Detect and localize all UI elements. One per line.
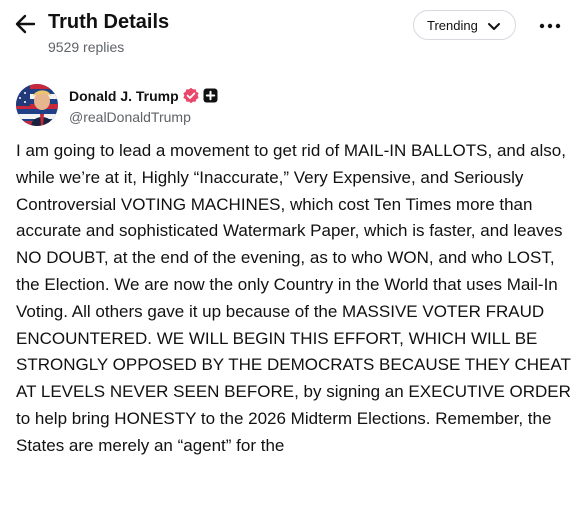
author-name[interactable]: Donald J. Trump [69,88,179,104]
more-horizontal-icon [536,23,564,40]
top-bar: Truth Details 9529 replies Trending [0,0,582,70]
arrow-left-icon [14,12,42,36]
more-options-button[interactable] [536,12,564,36]
verified-check-icon [182,87,200,105]
sort-dropdown[interactable]: Trending [413,10,516,40]
sort-dropdown-label: Trending [427,18,478,33]
page-title: Truth Details [48,11,170,33]
avatar-flag-image [16,84,58,126]
back-button[interactable] [14,12,42,36]
post-body-text: I am going to lead a movement to get rid… [16,141,571,455]
avatar[interactable] [16,84,58,126]
author-handle[interactable]: @realDonaldTrump [69,109,191,125]
reply-count: 9529 replies [48,39,125,55]
chevron-down-icon [487,20,501,38]
plus-square-icon [203,88,218,103]
